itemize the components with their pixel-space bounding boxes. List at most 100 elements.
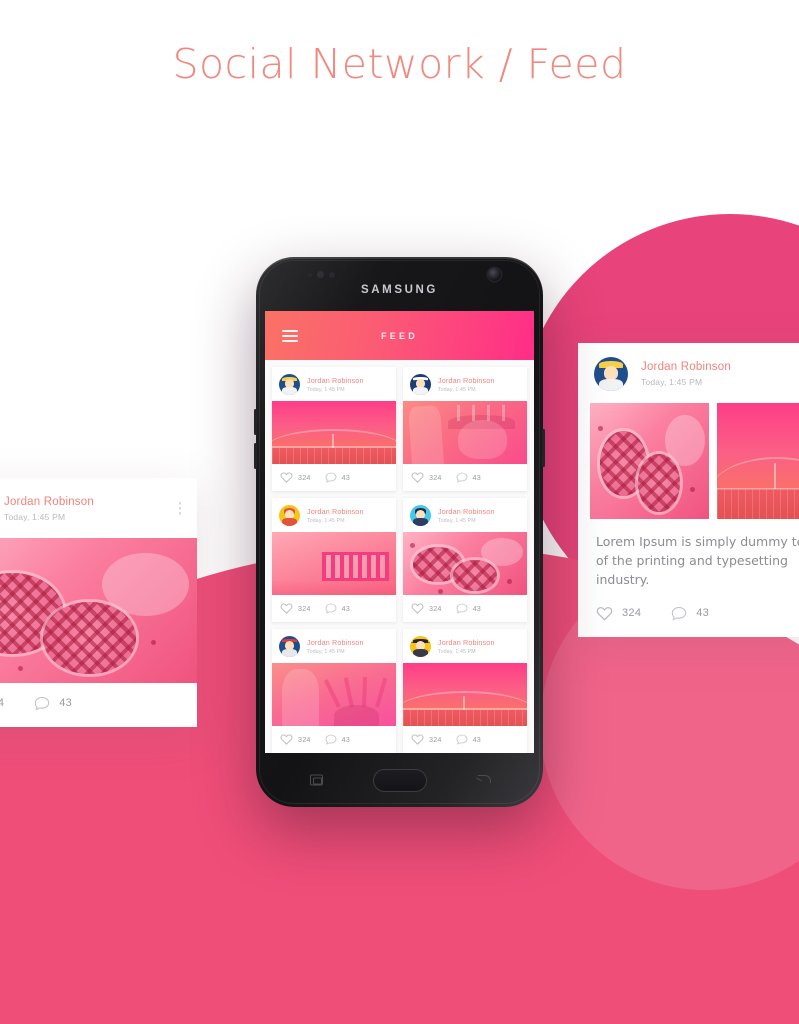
comment-icon — [34, 696, 50, 711]
like-count: 324 — [0, 697, 5, 709]
card-header: Jordan Robinson Today, 1:45 PM — [272, 367, 396, 401]
author-name: Jordan Robinson — [4, 495, 94, 508]
comment-action[interactable]: 43 — [456, 472, 481, 483]
post-photo[interactable] — [272, 532, 396, 595]
like-count: 324 — [429, 734, 442, 744]
app-header: FEED — [265, 311, 534, 360]
like-action[interactable]: 324 — [411, 602, 442, 614]
author-name: Jordan Robinson — [307, 376, 364, 386]
comment-action[interactable]: 43 — [456, 603, 481, 614]
card-header: Jordan Robinson Today, 1:45 PM — [403, 498, 527, 532]
card-header: Jordan Robinson Today, 1:45 PM — [578, 343, 799, 403]
like-action[interactable]: 324 — [411, 471, 442, 483]
card-actions: 324 43 — [578, 593, 799, 637]
post-photo[interactable] — [272, 663, 396, 726]
post-photo[interactable] — [403, 663, 527, 726]
heart-icon — [280, 733, 293, 745]
post-photo[interactable] — [403, 532, 527, 595]
author-meta: Jordan Robinson Today, 1:45 PM — [307, 376, 364, 393]
timestamp: Today, 1:45 PM — [307, 386, 345, 393]
comment-count: 43 — [472, 734, 481, 744]
like-action[interactable]: 324 — [280, 733, 311, 745]
post-photo-right[interactable] — [717, 403, 799, 519]
author-meta: Jordan Robinson Today, 1:45 PM — [4, 496, 94, 523]
comment-action[interactable]: 43 — [325, 472, 350, 483]
feed-grid: Jordan Robinson Today, 1:45 PM 324 43 Jordan… — [265, 360, 534, 753]
heart-icon — [280, 602, 293, 614]
feed-card[interactable]: Jordan Robinson Today, 1:45 PM 324 43 — [272, 629, 396, 753]
post-photo[interactable] — [272, 401, 396, 464]
author-meta: Jordan Robinson Today, 1:45 PM — [438, 507, 495, 524]
card-actions: 324 43 — [403, 595, 527, 622]
like-action[interactable]: 324 — [596, 605, 641, 621]
comment-icon — [325, 472, 337, 483]
hamburger-icon[interactable] — [282, 329, 298, 342]
power-button[interactable] — [542, 429, 545, 467]
heart-icon — [411, 602, 424, 614]
back-icon[interactable] — [476, 775, 491, 785]
author-name: Jordan Robinson — [438, 507, 495, 517]
post-photo[interactable] — [403, 401, 527, 464]
like-action[interactable]: 324 — [280, 602, 311, 614]
like-count: 324 — [429, 603, 442, 613]
avatar — [410, 636, 431, 657]
volume-up-button[interactable] — [254, 409, 257, 435]
comment-icon — [456, 734, 468, 745]
post-body-text: Lorem Ipsum is simply dummy text of the … — [596, 534, 799, 587]
feed-card[interactable]: Jordan Robinson Today, 1:45 PM 324 43 — [272, 498, 396, 622]
author-name: Jordan Robinson — [307, 638, 364, 648]
card-header: Jordan Robinson Today, 1:45 PM — [403, 629, 527, 663]
comment-action[interactable]: 43 — [34, 696, 72, 711]
sensor-array-icon — [308, 271, 335, 278]
comment-action[interactable]: 43 — [325, 734, 350, 745]
phone-bottom-bezel — [256, 753, 543, 807]
comment-count: 43 — [341, 734, 350, 744]
card-actions: 324 43 — [403, 726, 527, 753]
comment-icon — [325, 603, 337, 614]
comment-icon — [456, 603, 468, 614]
like-count: 324 — [298, 603, 311, 613]
card-header: Jordan Robinson Today, 1:45 PM — [403, 367, 527, 401]
comment-count: 43 — [341, 472, 350, 482]
like-count: 324 — [429, 472, 442, 482]
recent-apps-icon[interactable] — [310, 774, 323, 786]
author-name: Jordan Robinson — [307, 507, 364, 517]
like-action[interactable]: 324 — [280, 471, 311, 483]
card-actions: 324 43 — [0, 683, 197, 727]
feed-card[interactable]: Jordan Robinson Today, 1:45 PM 324 43 — [403, 498, 527, 622]
floating-card-right[interactable]: Jordan Robinson Today, 1:45 PM Lorem Ips… — [578, 343, 799, 637]
feed-card[interactable]: Jordan Robinson Today, 1:45 PM 324 43 — [403, 629, 527, 753]
heart-icon — [411, 733, 424, 745]
home-button[interactable] — [372, 768, 427, 792]
comment-count: 43 — [341, 603, 350, 613]
heart-icon — [596, 605, 613, 621]
author-meta: Jordan Robinson Today, 1:45 PM — [438, 376, 495, 393]
comment-action[interactable]: 43 — [671, 606, 709, 621]
phone-mockup: SAMSUNG FEED Jordan Robinson Today, 1:45 … — [254, 257, 545, 807]
floating-card-left[interactable]: Jordan Robinson Today, 1:45 PM 324 43 — [0, 478, 197, 727]
comment-icon — [671, 606, 687, 621]
feed-card[interactable]: Jordan Robinson Today, 1:45 PM 324 43 — [272, 367, 396, 491]
avatar — [279, 505, 300, 526]
card-header: Jordan Robinson Today, 1:45 PM — [272, 629, 396, 663]
like-action[interactable]: 324 — [0, 695, 4, 711]
feed-card[interactable]: Jordan Robinson Today, 1:45 PM 324 43 — [403, 367, 527, 491]
timestamp: Today, 1:45 PM — [4, 512, 66, 523]
timestamp: Today, 1:45 PM — [641, 377, 703, 388]
comment-action[interactable]: 43 — [325, 603, 350, 614]
card-actions: 324 43 — [272, 595, 396, 622]
front-camera-icon — [488, 268, 501, 281]
volume-down-button[interactable] — [254, 443, 257, 469]
card-actions: 324 43 — [403, 464, 527, 491]
phone-screen: FEED Jordan Robinson Today, 1:45 PM 324 43 J… — [265, 311, 534, 753]
heart-icon — [280, 471, 293, 483]
comment-count: 43 — [59, 697, 73, 709]
like-count: 324 — [622, 607, 642, 619]
like-action[interactable]: 324 — [411, 733, 442, 745]
avatar — [279, 374, 300, 395]
post-photo-left[interactable] — [590, 403, 709, 519]
kebab-menu-icon[interactable] — [178, 501, 181, 515]
avatar — [279, 636, 300, 657]
comment-action[interactable]: 43 — [456, 734, 481, 745]
post-photo[interactable] — [0, 538, 197, 683]
